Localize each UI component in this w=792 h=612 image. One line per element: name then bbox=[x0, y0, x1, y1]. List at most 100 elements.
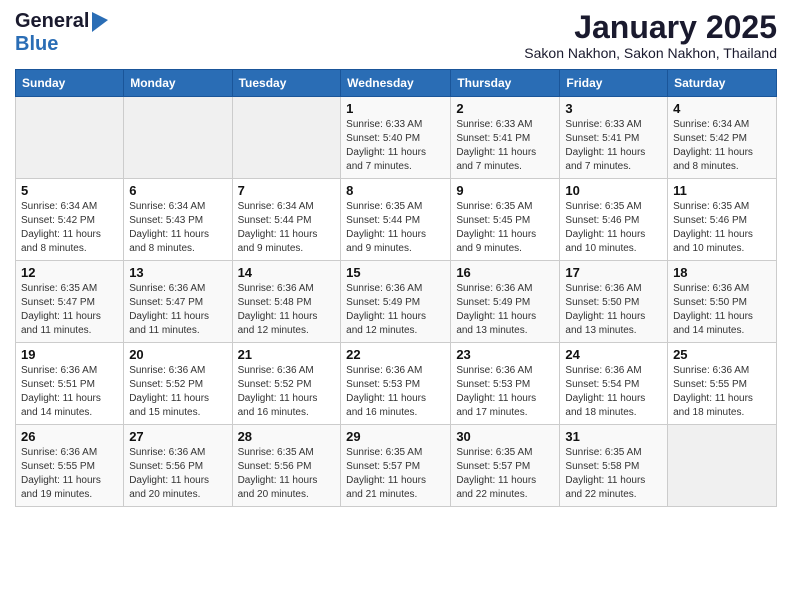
logo-general-text: General bbox=[15, 10, 89, 33]
calendar-cell: 10Sunrise: 6:35 AM Sunset: 5:46 PM Dayli… bbox=[560, 179, 668, 261]
day-number: 25 bbox=[673, 347, 771, 362]
day-number: 29 bbox=[346, 429, 445, 444]
calendar-cell: 9 Sunrise: 6:35 AM Sunset: 5:45 PM Daylig… bbox=[451, 179, 560, 261]
day-info: Sunrise: 6:36 AM Sunset: 5:50 PM Dayligh… bbox=[673, 282, 771, 338]
weekday-header-saturday: Saturday bbox=[668, 70, 777, 97]
calendar-cell bbox=[16, 97, 124, 179]
calendar-cell: 20Sunrise: 6:36 AM Sunset: 5:52 PM Dayli… bbox=[124, 343, 232, 425]
day-info: Sunrise: 6:36 AM Sunset: 5:51 PM Dayligh… bbox=[21, 364, 118, 420]
day-info: Sunrise: 6:35 AM Sunset: 5:57 PM Dayligh… bbox=[346, 446, 445, 502]
day-info: Sunrise: 6:36 AM Sunset: 5:53 PM Dayligh… bbox=[456, 364, 554, 420]
calendar-cell: 24 Sunrise: 6:36 AM Sunset: 5:54 PM Dayli… bbox=[560, 343, 668, 425]
calendar-cell: 16 Sunrise: 6:36 AM Sunset: 5:49 PM Dayli… bbox=[451, 261, 560, 343]
day-number: 1 bbox=[346, 101, 445, 116]
day-info: Sunrise: 6:34 AM Sunset: 5:43 PM Dayligh… bbox=[129, 200, 226, 256]
day-info: Sunrise: 6:36 AM Sunset: 5:55 PM Dayligh… bbox=[21, 446, 118, 502]
calendar-cell: 21Sunrise: 6:36 AM Sunset: 5:52 PM Dayli… bbox=[232, 343, 341, 425]
logo-wrapper: General bbox=[15, 10, 108, 33]
day-number: 16 bbox=[456, 265, 554, 280]
day-number: 15 bbox=[346, 265, 445, 280]
week-row-1: 1 Sunrise: 6:33 AM Sunset: 5:40 PM Daylig… bbox=[16, 97, 777, 179]
logo: General Blue bbox=[15, 10, 108, 56]
page: General Blue January 2025 Sakon Nakhon, … bbox=[0, 0, 792, 612]
day-info: Sunrise: 6:35 AM Sunset: 5:45 PM Dayligh… bbox=[456, 200, 554, 256]
weekday-header-friday: Friday bbox=[560, 70, 668, 97]
day-number: 26 bbox=[21, 429, 118, 444]
weekday-header-row: SundayMondayTuesdayWednesdayThursdayFrid… bbox=[16, 70, 777, 97]
week-row-3: 12 Sunrise: 6:35 AM Sunset: 5:47 PM Dayli… bbox=[16, 261, 777, 343]
logo-blue-label: Blue bbox=[15, 33, 58, 55]
day-number: 18 bbox=[673, 265, 771, 280]
day-number: 17 bbox=[565, 265, 662, 280]
day-info: Sunrise: 6:35 AM Sunset: 5:46 PM Dayligh… bbox=[565, 200, 662, 256]
day-number: 5 bbox=[21, 183, 118, 198]
day-info: Sunrise: 6:36 AM Sunset: 5:49 PM Dayligh… bbox=[456, 282, 554, 338]
month-title: January 2025 bbox=[524, 10, 777, 45]
calendar-cell: 29 Sunrise: 6:35 AM Sunset: 5:57 PM Dayli… bbox=[341, 425, 451, 507]
day-info: Sunrise: 6:35 AM Sunset: 5:58 PM Dayligh… bbox=[565, 446, 662, 502]
day-number: 28 bbox=[238, 429, 336, 444]
day-number: 14 bbox=[238, 265, 336, 280]
calendar-table: SundayMondayTuesdayWednesdayThursdayFrid… bbox=[15, 69, 777, 507]
day-number: 23 bbox=[456, 347, 554, 362]
calendar-cell bbox=[124, 97, 232, 179]
day-number: 30 bbox=[456, 429, 554, 444]
day-number: 22 bbox=[346, 347, 445, 362]
day-info: Sunrise: 6:36 AM Sunset: 5:53 PM Dayligh… bbox=[346, 364, 445, 420]
day-info: Sunrise: 6:36 AM Sunset: 5:52 PM Dayligh… bbox=[238, 364, 336, 420]
day-number: 8 bbox=[346, 183, 445, 198]
calendar-cell: 26 Sunrise: 6:36 AM Sunset: 5:55 PM Dayli… bbox=[16, 425, 124, 507]
week-row-5: 26 Sunrise: 6:36 AM Sunset: 5:55 PM Dayli… bbox=[16, 425, 777, 507]
weekday-header-thursday: Thursday bbox=[451, 70, 560, 97]
calendar-cell: 30 Sunrise: 6:35 AM Sunset: 5:57 PM Dayli… bbox=[451, 425, 560, 507]
day-info: Sunrise: 6:36 AM Sunset: 5:50 PM Dayligh… bbox=[565, 282, 662, 338]
day-info: Sunrise: 6:35 AM Sunset: 5:56 PM Dayligh… bbox=[238, 446, 336, 502]
day-info: Sunrise: 6:36 AM Sunset: 5:48 PM Dayligh… bbox=[238, 282, 336, 338]
day-number: 2 bbox=[456, 101, 554, 116]
day-number: 27 bbox=[129, 429, 226, 444]
day-number: 24 bbox=[565, 347, 662, 362]
calendar-cell: 7Sunrise: 6:34 AM Sunset: 5:44 PM Daylig… bbox=[232, 179, 341, 261]
calendar-cell: 31 Sunrise: 6:35 AM Sunset: 5:58 PM Dayli… bbox=[560, 425, 668, 507]
day-number: 13 bbox=[129, 265, 226, 280]
calendar-cell bbox=[232, 97, 341, 179]
calendar-cell: 3Sunrise: 6:33 AM Sunset: 5:41 PM Daylig… bbox=[560, 97, 668, 179]
day-info: Sunrise: 6:33 AM Sunset: 5:41 PM Dayligh… bbox=[456, 118, 554, 174]
title-block: January 2025 Sakon Nakhon, Sakon Nakhon,… bbox=[524, 10, 777, 61]
week-row-4: 19 Sunrise: 6:36 AM Sunset: 5:51 PM Dayli… bbox=[16, 343, 777, 425]
calendar-cell: 15 Sunrise: 6:36 AM Sunset: 5:49 PM Dayli… bbox=[341, 261, 451, 343]
day-info: Sunrise: 6:36 AM Sunset: 5:54 PM Dayligh… bbox=[565, 364, 662, 420]
day-info: Sunrise: 6:35 AM Sunset: 5:46 PM Dayligh… bbox=[673, 200, 771, 256]
day-info: Sunrise: 6:35 AM Sunset: 5:57 PM Dayligh… bbox=[456, 446, 554, 502]
weekday-header-tuesday: Tuesday bbox=[232, 70, 341, 97]
day-info: Sunrise: 6:33 AM Sunset: 5:40 PM Dayligh… bbox=[346, 118, 445, 174]
calendar-cell bbox=[668, 425, 777, 507]
calendar-cell: 25 Sunrise: 6:36 AM Sunset: 5:55 PM Dayli… bbox=[668, 343, 777, 425]
calendar-cell: 23 Sunrise: 6:36 AM Sunset: 5:53 PM Dayli… bbox=[451, 343, 560, 425]
day-number: 9 bbox=[456, 183, 554, 198]
day-info: Sunrise: 6:35 AM Sunset: 5:47 PM Dayligh… bbox=[21, 282, 118, 338]
weekday-header-monday: Monday bbox=[124, 70, 232, 97]
calendar-cell: 17 Sunrise: 6:36 AM Sunset: 5:50 PM Dayli… bbox=[560, 261, 668, 343]
calendar-cell: 5 Sunrise: 6:34 AM Sunset: 5:42 PM Daylig… bbox=[16, 179, 124, 261]
subtitle: Sakon Nakhon, Sakon Nakhon, Thailand bbox=[524, 45, 777, 61]
weekday-header-wednesday: Wednesday bbox=[341, 70, 451, 97]
calendar-cell: 11Sunrise: 6:35 AM Sunset: 5:46 PM Dayli… bbox=[668, 179, 777, 261]
day-number: 31 bbox=[565, 429, 662, 444]
logo-blue-text: Blue bbox=[15, 33, 58, 56]
calendar-cell: 22 Sunrise: 6:36 AM Sunset: 5:53 PM Dayli… bbox=[341, 343, 451, 425]
header: General Blue January 2025 Sakon Nakhon, … bbox=[15, 10, 777, 61]
day-number: 12 bbox=[21, 265, 118, 280]
calendar-cell: 13Sunrise: 6:36 AM Sunset: 5:47 PM Dayli… bbox=[124, 261, 232, 343]
day-info: Sunrise: 6:36 AM Sunset: 5:56 PM Dayligh… bbox=[129, 446, 226, 502]
day-info: Sunrise: 6:34 AM Sunset: 5:42 PM Dayligh… bbox=[21, 200, 118, 256]
weekday-header-sunday: Sunday bbox=[16, 70, 124, 97]
day-info: Sunrise: 6:36 AM Sunset: 5:49 PM Dayligh… bbox=[346, 282, 445, 338]
day-info: Sunrise: 6:35 AM Sunset: 5:44 PM Dayligh… bbox=[346, 200, 445, 256]
day-info: Sunrise: 6:36 AM Sunset: 5:55 PM Dayligh… bbox=[673, 364, 771, 420]
calendar-cell: 2 Sunrise: 6:33 AM Sunset: 5:41 PM Daylig… bbox=[451, 97, 560, 179]
day-info: Sunrise: 6:34 AM Sunset: 5:42 PM Dayligh… bbox=[673, 118, 771, 174]
calendar-cell: 4Sunrise: 6:34 AM Sunset: 5:42 PM Daylig… bbox=[668, 97, 777, 179]
calendar-cell: 18 Sunrise: 6:36 AM Sunset: 5:50 PM Dayli… bbox=[668, 261, 777, 343]
day-number: 19 bbox=[21, 347, 118, 362]
